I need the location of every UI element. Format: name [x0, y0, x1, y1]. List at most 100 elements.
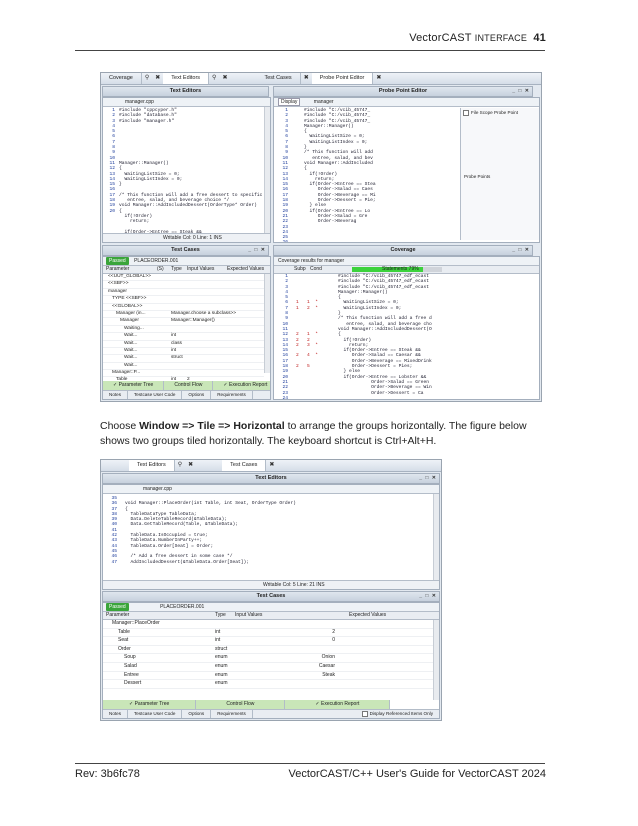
line-numbers: 1 2 3 4 5 6 7 8 9 10 11 12 13 14 15 16 1…	[282, 274, 288, 400]
display-referenced-checkbox[interactable]: Display Referenced Items Only	[356, 710, 439, 718]
tab-control-flow[interactable]: Control Flow	[164, 381, 214, 390]
screenshot-four-groups: Coverage ⚲ ✖ Text Editors ⚲ ✖ Test Cases…	[100, 72, 542, 402]
tab-probe-point-editor[interactable]: Probe Point Editor	[311, 73, 374, 84]
table-row[interactable]: Salad enum Caesar	[103, 663, 433, 672]
editor-status: Writable Col: 0 Line: 1 INS	[103, 233, 270, 242]
pin-icon[interactable]: ⚲	[142, 73, 152, 84]
tab-execution-report[interactable]: ✓ Execution Report	[285, 700, 391, 709]
file-tab[interactable]: manager.cpp	[103, 98, 270, 107]
text-editor-pane[interactable]: manager.cpp 35 36 37 38 39 40 41 42 43 4…	[102, 484, 440, 590]
window-buttons-icon[interactable]: _ □ ✕	[419, 474, 437, 483]
text-editor-pane[interactable]: manager.cpp 1 2 3 4 5 6 7 8 9 10 11 12 1…	[102, 97, 271, 243]
tab-text-editors[interactable]: Text Editors	[129, 460, 175, 471]
unit-selector[interactable]: manager	[314, 99, 334, 105]
header-rule	[75, 50, 545, 51]
table-row[interactable]: Seat int 0	[103, 637, 433, 646]
page-number: 41	[533, 32, 546, 44]
tab-options[interactable]: Options	[182, 391, 212, 399]
checkbox-icon[interactable]	[361, 710, 368, 717]
table-row[interactable]: Order struct	[103, 646, 433, 655]
tab-testcase-user-code[interactable]: Testcase User Code	[128, 710, 183, 718]
tab-coverage[interactable]: Coverage	[101, 73, 142, 84]
test-cases-pane[interactable]: Passed PLACEORDER.001 Parameter Type Inp…	[102, 602, 440, 719]
table-row[interactable]: Manager::P...	[103, 370, 264, 378]
text-editors-title: Text Editors	[169, 88, 202, 94]
text-editors-titlebar: Text Editors	[102, 86, 269, 97]
table-cell: 0	[332, 637, 335, 644]
table-row[interactable]: Wait... int	[103, 333, 264, 341]
tab-test-cases[interactable]: Test Cases	[222, 460, 267, 471]
testcase-scrollbar[interactable]	[264, 274, 270, 373]
table-row[interactable]: Manager Manager::Manager()	[103, 318, 264, 326]
table-cell: enum	[215, 671, 228, 678]
table-cell: Wait...	[124, 355, 138, 361]
table-row[interactable]: <<GLOBAL>>	[103, 304, 264, 311]
checkbox-icon[interactable]	[463, 110, 469, 116]
tools-icon[interactable]: ✖	[266, 460, 277, 471]
code-text[interactable]: #include "cppcyper.h" #include "database…	[119, 108, 270, 235]
testcase-tab[interactable]: Passed PLACEORDER.001	[103, 257, 270, 266]
tools-icon[interactable]: ✖	[152, 73, 163, 84]
testcase-tab[interactable]: Passed PLACEORDER.001	[103, 603, 439, 612]
coverage-code-text[interactable]: #include "C:/vcib_45747_edf_ecast #inclu…	[338, 274, 432, 396]
table-row[interactable]: Dessert enum	[103, 680, 433, 689]
code-text[interactable]: void Manager::PlaceOrder(int Table, int …	[125, 496, 296, 565]
test-case-column-header: Parameter Type Input Values Expected Val…	[103, 612, 439, 620]
table-row[interactable]: Wait...	[103, 363, 264, 371]
tab-control-flow[interactable]: Control Flow	[196, 700, 286, 709]
testcase-scrollbar[interactable]	[433, 620, 439, 700]
window-buttons-icon[interactable]: _ □ ✕	[512, 87, 530, 96]
tab-requirements[interactable]: Requirements	[211, 391, 253, 399]
line-numbers: 35 36 37 38 39 40 41 42 43 44 45 46 47	[111, 496, 117, 565]
editor-scrollbar[interactable]	[264, 107, 270, 234]
tab-testcase-user-code[interactable]: Testcase User Code	[128, 391, 183, 399]
tools-icon[interactable]: ✖	[219, 73, 230, 84]
table-cell: Wait...	[124, 333, 138, 339]
table-row[interactable]: Wait... class	[103, 341, 264, 348]
test-cases-pane[interactable]: Passed PLACEORDER.001 Parameter (S) Type…	[102, 256, 271, 400]
table-row[interactable]: Wait... struct	[103, 355, 264, 363]
window-buttons-icon[interactable]: _ □ ✕	[419, 592, 437, 601]
tab-parameter-tree[interactable]: ✓ Parameter Tree	[103, 381, 165, 390]
coverage-pane[interactable]: Coverage results for manager Subp Cond S…	[273, 256, 540, 400]
tab-notes[interactable]: Notes	[103, 710, 129, 718]
pin-icon[interactable]: ⚲	[209, 73, 219, 84]
tab-text-editors[interactable]: Text Editors	[163, 73, 210, 84]
coverage-file-tab[interactable]: Coverage results for manager	[274, 257, 539, 266]
probe-side-panel: File Scope Probe Point Probe Points	[460, 108, 539, 240]
tab-requirements[interactable]: Requirements	[211, 710, 253, 718]
table-row[interactable]: TYPE <<SBF>>	[103, 296, 264, 304]
table-row[interactable]: Soup enum Onion	[103, 654, 433, 663]
table-row[interactable]: <<SBF>>	[103, 281, 264, 289]
table-cell: Dessert	[124, 680, 142, 687]
editor-scrollbar[interactable]	[433, 494, 439, 581]
tools-icon[interactable]: ✖	[373, 73, 384, 84]
tools-icon[interactable]: ✖	[301, 73, 312, 84]
tab-notes[interactable]: Notes	[103, 391, 129, 399]
tools-icon[interactable]: ✖	[185, 460, 196, 471]
probe-code-text[interactable]: #include "C:/vcib_45747_ #include "C:/vc…	[304, 108, 376, 225]
table-cell: struct	[171, 355, 183, 361]
probe-editor-titlebar: Probe Point Editor _ □ ✕	[273, 86, 533, 97]
window-buttons-icon[interactable]: _ □ ✕	[248, 246, 266, 255]
line-numbers: 1 2 3 4 5 6 7 8 9 10 11 12 13 14 15 16 1…	[282, 108, 288, 243]
tab-options[interactable]: Options	[182, 710, 212, 718]
window-buttons-icon[interactable]: _ □ ✕	[512, 246, 530, 255]
table-row[interactable]: Table int 2	[103, 629, 433, 638]
probe-editor-pane[interactable]: Display manager 1 2 3 4 5 6 7 8 9 10 11 …	[273, 97, 540, 243]
table-cell: struct	[215, 645, 228, 652]
table-row[interactable]: Manager::PlaceOrder	[103, 620, 433, 629]
pin-icon[interactable]: ⚲	[175, 460, 185, 471]
display-button[interactable]: Display	[278, 98, 301, 106]
tab-parameter-tree[interactable]: ✓ Parameter Tree	[103, 700, 197, 709]
table-cell: TYPE <<SBF>>	[112, 296, 147, 302]
probe-editor-title: Probe Point Editor	[378, 88, 428, 94]
tab-execution-report[interactable]: ✓ Execution Report	[213, 381, 270, 390]
panel-tabs: Notes Testcase User Code Options Require…	[103, 709, 439, 718]
test-case-rows: Manager::PlaceOrder Table int 2 Seat int 0 Orde…	[103, 620, 433, 689]
header-title-b: Interface	[474, 33, 528, 43]
file-scope-probe-point[interactable]: File Scope Probe Point	[461, 108, 539, 118]
tab-test-cases[interactable]: Test Cases	[256, 73, 301, 84]
table-row[interactable]: Entree enum Steak	[103, 672, 433, 681]
file-tab[interactable]: manager.cpp	[103, 485, 439, 494]
